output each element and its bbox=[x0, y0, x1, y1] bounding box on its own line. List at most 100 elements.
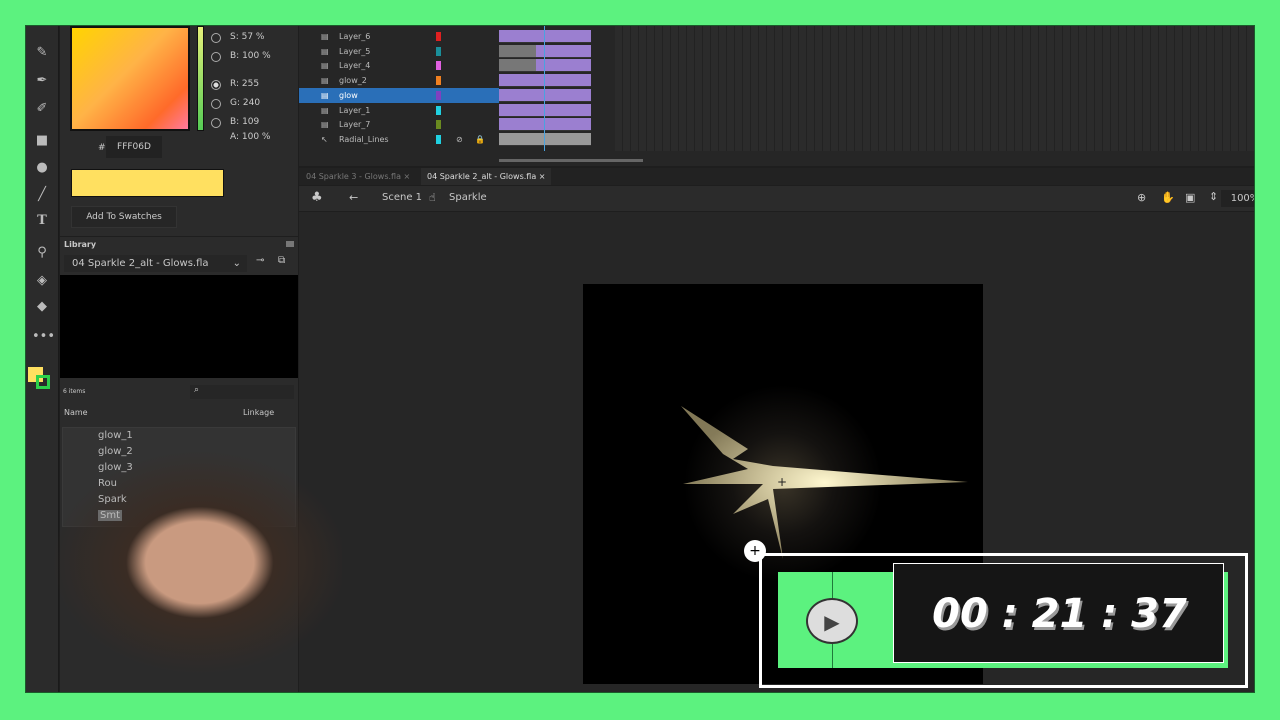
layer-color[interactable] bbox=[436, 134, 441, 144]
layer-frames[interactable] bbox=[499, 59, 591, 73]
brush-icon[interactable]: ✎ bbox=[32, 44, 52, 62]
red-radio[interactable] bbox=[211, 80, 221, 90]
library-item[interactable]: glow_2 bbox=[98, 446, 133, 457]
layer-icon: ▤ bbox=[321, 46, 329, 56]
layer-frames[interactable] bbox=[499, 118, 591, 132]
playhead[interactable] bbox=[544, 26, 545, 151]
panel-menu-icon[interactable] bbox=[286, 241, 294, 247]
back-arrow-icon[interactable]: ← bbox=[349, 191, 358, 204]
scene-breadcrumb[interactable]: Scene 1 bbox=[382, 192, 422, 203]
clip-content-icon[interactable]: ▣ bbox=[1185, 191, 1195, 204]
timeline-layer[interactable]: ▤ Layer_4 bbox=[299, 58, 591, 73]
text-icon[interactable]: T bbox=[32, 212, 52, 230]
layer-frames[interactable] bbox=[499, 103, 591, 117]
hex-input[interactable]: FFF06D bbox=[106, 136, 162, 158]
lock-icon[interactable]: 🔒 bbox=[475, 132, 485, 147]
layer-color[interactable] bbox=[436, 120, 441, 130]
timeline-layer[interactable]: ▤ Layer_5 bbox=[299, 44, 591, 59]
saturation-radio[interactable] bbox=[211, 33, 221, 43]
alpha-value: A: 100 % bbox=[230, 132, 271, 142]
timeline-layer[interactable]: ▤ Layer_1 bbox=[299, 103, 591, 118]
layer-name: Layer_5 bbox=[339, 46, 371, 56]
layer-icon: ▤ bbox=[321, 61, 329, 71]
tab-sparkle-2-alt[interactable]: 04 Sparkle 2_alt - Glows.fla × bbox=[421, 168, 552, 185]
blue-value: B: 109 bbox=[230, 117, 260, 127]
club-icon[interactable]: ♣ bbox=[311, 190, 323, 205]
layer-frames[interactable] bbox=[499, 74, 591, 88]
timeline-panel: ▤ Layer_6 ▤ Layer_5 ▤ Layer_4 ▤ glow_2 ▤ glow ▤ Lay… bbox=[299, 26, 1254, 166]
library-file-dropdown[interactable]: 04 Sparkle 2_alt - Glows.fla ⌄ bbox=[64, 255, 247, 272]
document-tabs: 04 Sparkle 3 - Glows.fla × 04 Sparkle 2_… bbox=[299, 168, 1254, 185]
paint-brush-icon[interactable]: ✐ bbox=[32, 100, 52, 118]
pen-icon[interactable]: ✒ bbox=[32, 72, 52, 90]
timer-display: 00 : 21 : 37 bbox=[893, 563, 1224, 663]
layer-frames[interactable] bbox=[499, 132, 591, 146]
layer-name: glow bbox=[339, 90, 358, 100]
timeline-layer[interactable]: ▤ glow_2 bbox=[299, 73, 591, 88]
color-picker-field[interactable] bbox=[70, 26, 190, 131]
layer-icon: ▤ bbox=[321, 90, 329, 100]
library-item[interactable]: glow_3 bbox=[98, 462, 133, 473]
library-item[interactable]: glow_1 bbox=[98, 430, 133, 441]
frame-grid bbox=[615, 26, 1254, 151]
red-value: R: 255 bbox=[230, 79, 260, 89]
library-search-input[interactable]: ⌕ bbox=[190, 385, 294, 399]
library-item-selected[interactable]: Smt bbox=[98, 510, 123, 521]
tab-sparkle-3[interactable]: 04 Sparkle 3 - Glows.fla × bbox=[306, 168, 410, 185]
layer-color[interactable] bbox=[436, 61, 441, 71]
layer-name: Radial_Lines bbox=[339, 134, 389, 144]
more-tools-icon[interactable]: ••• bbox=[32, 328, 55, 346]
paint-bucket-icon[interactable]: ◈ bbox=[32, 272, 52, 290]
timeline-layer[interactable]: ▤ Layer_7 bbox=[299, 117, 591, 132]
zoom-stepper-icon[interactable]: ⇕ bbox=[1209, 190, 1218, 203]
layer-color[interactable] bbox=[436, 105, 441, 115]
library-item[interactable]: Rou bbox=[98, 478, 117, 489]
layer-name: glow_2 bbox=[339, 76, 367, 86]
library-item[interactable]: Spark bbox=[98, 494, 127, 505]
symbol-icon: ☝ bbox=[429, 191, 436, 204]
green-radio[interactable] bbox=[211, 99, 221, 109]
pin-icon[interactable]: ⊸ bbox=[256, 255, 264, 266]
library-file-name: 04 Sparkle 2_alt - Glows.fla bbox=[72, 258, 209, 269]
stroke-color-swatch[interactable] bbox=[36, 375, 50, 389]
symbol-breadcrumb[interactable]: Sparkle bbox=[449, 192, 487, 203]
layer-color[interactable] bbox=[436, 90, 441, 100]
layer-icon: ▤ bbox=[321, 105, 329, 115]
new-library-icon[interactable]: ⧉ bbox=[278, 255, 285, 266]
center-stage-icon[interactable]: ⊕ bbox=[1137, 191, 1146, 204]
eraser-icon[interactable]: ◆ bbox=[32, 298, 52, 316]
layer-frames[interactable] bbox=[499, 30, 591, 43]
layer-icon: ▤ bbox=[321, 32, 329, 41]
hidden-icon[interactable]: ⊘ bbox=[456, 132, 463, 147]
layer-color[interactable] bbox=[436, 46, 441, 56]
layer-icon: ↖ bbox=[321, 134, 328, 144]
eyedropper-icon[interactable]: ⚲ bbox=[32, 244, 52, 262]
layer-name: Layer_4 bbox=[339, 61, 371, 71]
layer-color[interactable] bbox=[436, 32, 441, 41]
timeline-layer[interactable]: ▤ Layer_6 bbox=[299, 29, 591, 44]
layer-icon: ▤ bbox=[321, 120, 329, 130]
item-count: 6 items bbox=[63, 388, 86, 395]
webcam-presenter bbox=[26, 431, 342, 692]
rotate-stage-icon[interactable]: ✋ bbox=[1161, 191, 1175, 204]
rectangle-icon[interactable]: ■ bbox=[32, 132, 52, 150]
add-to-swatches-button[interactable]: Add To Swatches bbox=[71, 206, 177, 228]
name-column-header[interactable]: Name bbox=[64, 408, 88, 417]
zoom-input[interactable]: 100% bbox=[1221, 190, 1254, 207]
linkage-column-header[interactable]: Linkage bbox=[243, 408, 274, 417]
layer-name: Layer_1 bbox=[339, 105, 371, 115]
add-icon[interactable]: + bbox=[744, 540, 766, 562]
line-icon[interactable]: ╱ bbox=[32, 186, 52, 204]
layer-frames[interactable] bbox=[499, 44, 591, 58]
layer-frames[interactable] bbox=[499, 88, 591, 102]
registration-point-icon: + bbox=[777, 475, 787, 489]
brightness-radio[interactable] bbox=[211, 52, 221, 62]
oval-icon[interactable]: ● bbox=[32, 159, 52, 177]
hue-slider[interactable] bbox=[197, 26, 204, 131]
blue-radio[interactable] bbox=[211, 118, 221, 128]
timeline-layer[interactable]: ↖ Radial_Lines ⊘ 🔒 bbox=[299, 132, 591, 147]
timeline-scrollbar[interactable] bbox=[499, 159, 643, 162]
play-icon[interactable]: ▶ bbox=[806, 598, 858, 644]
layer-color[interactable] bbox=[436, 76, 441, 86]
timeline-layer[interactable]: ▤ glow bbox=[299, 87, 591, 103]
